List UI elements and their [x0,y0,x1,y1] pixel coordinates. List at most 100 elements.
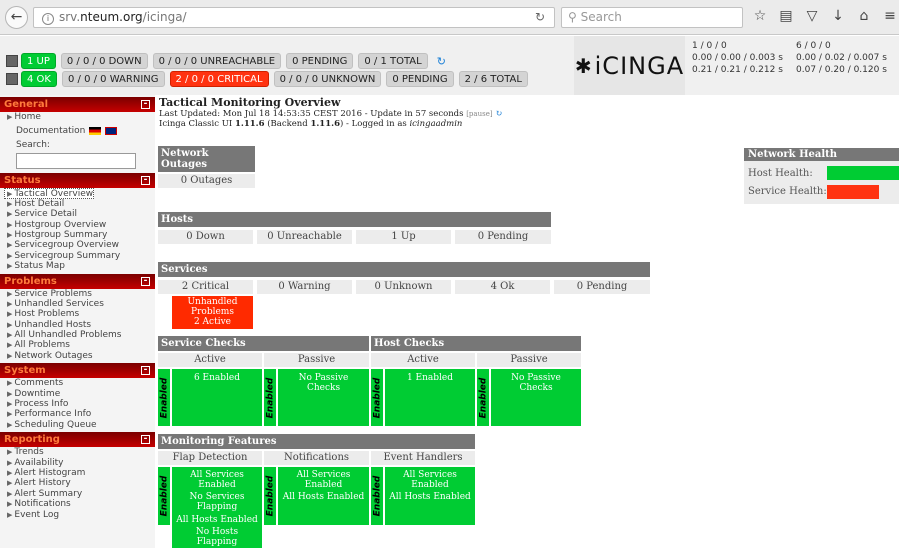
host-active-checks[interactable]: 1 Enabled [385,369,475,426]
nav-scheduling-queue[interactable]: ▶ Scheduling Queue [0,420,155,430]
flap-all-services: All Services Enabled [190,470,244,490]
perf-service-counts: 6 / 0 / 0 [796,41,831,51]
search-input[interactable] [16,153,136,170]
nav-label: Hostgroup Overview [14,219,107,230]
german-flag-icon[interactable] [89,126,102,135]
pocket-icon[interactable]: ▽ [802,8,822,24]
arrow-icon: ▶ [7,230,13,239]
refresh-icon[interactable]: ↻ [495,109,502,119]
menu-icon[interactable]: ≡ [880,8,899,24]
uk-flag-icon[interactable] [105,126,118,135]
back-button[interactable]: ← [5,6,28,29]
outages-count[interactable]: 0 Outages [158,174,255,188]
services-critical[interactable]: 2 Critical [158,280,253,294]
nav-tactical-overview[interactable]: ▶ Tactical Overview [4,188,94,199]
nav-alert-history[interactable]: ▶ Alert History [0,478,155,488]
nav-host-problems[interactable]: ▶ Host Problems [0,309,155,319]
url-bar[interactable]: i srv.nteum.org/icinga/ ↻ [33,7,555,28]
svc-active-checks[interactable]: 6 Enabled [172,369,262,426]
services-ok[interactable]: 4 Ok [455,280,550,294]
services-pending-pill[interactable]: 0 PENDING [386,71,454,87]
nav-label: Alert History [14,478,71,489]
nav-trends[interactable]: ▶ Trends [0,447,155,457]
browser-search-input[interactable]: ⚲ Search [561,7,743,28]
host-passive-checks[interactable]: No Passive Checks [491,369,581,426]
reload-icon[interactable]: ↻ [535,8,545,27]
nav-event-log[interactable]: ▶ Event Log [0,510,155,520]
hosts-up[interactable]: 1 Up [356,230,451,244]
arrow-icon: ▶ [7,500,13,509]
hosts-unreachable[interactable]: 0 Unreachable [257,230,352,244]
home-icon[interactable]: ⌂ [854,8,874,24]
nav-all-problems[interactable]: ▶ All Problems [0,340,155,350]
service-health-bar[interactable] [827,185,879,199]
hosts-pending[interactable]: 0 Pending [455,230,551,244]
nav-unhandled-hosts[interactable]: ▶ Unhandled Hosts [0,320,155,330]
nav-hostgroup-summary[interactable]: ▶ Hostgroup Summary [0,230,155,240]
nav-service-problems[interactable]: ▶ Service Problems [0,289,155,299]
reading-list-icon[interactable]: ▤ [776,8,796,24]
services-unknown-pill[interactable]: 0 / 0 / 0 UNKNOWN [273,71,382,87]
section-reporting[interactable]: Reporting - [0,432,155,448]
collapse-icon[interactable]: - [141,100,150,109]
services-critical-pill[interactable]: 2 / 0 / 0 CRITICAL [169,71,269,87]
section-problems[interactable]: Problems - [0,273,155,289]
nav-documentation[interactable]: Documentation [0,122,155,140]
pause-link[interactable]: [pause] [466,110,492,118]
refresh-icon[interactable]: ↻ [437,55,446,68]
nav-status-map[interactable]: ▶ Status Map [0,261,155,271]
nav-unhandled-services[interactable]: ▶ Unhandled Services [0,299,155,309]
arrow-icon: ▶ [7,510,13,519]
unhandled-problems-box[interactable]: Unhandled Problems 2 Active [172,296,253,329]
collapse-icon[interactable]: - [141,276,150,286]
hosts-unreachable-pill[interactable]: 0 / 0 / 0 UNREACHABLE [152,53,282,69]
section-status[interactable]: Status - [0,173,155,189]
services-total-pill[interactable]: 2 / 6 TOTAL [458,71,528,87]
nav-comments[interactable]: ▶ Comments [0,378,155,388]
nav-downtime[interactable]: ▶ Downtime [0,389,155,399]
nav-notifications[interactable]: ▶ Notifications [0,499,155,509]
section-system[interactable]: System - [0,363,155,379]
nav-performance-info[interactable]: ▶ Performance Info [0,409,155,419]
nav-label: Performance Info [14,409,92,420]
svc-passive-checks[interactable]: No Passive Checks [278,369,369,426]
nav-servicegroup-overview[interactable]: ▶ Servicegroup Overview [0,240,155,250]
flap-detection-box[interactable]: All Services Enabled No Services Flappin… [172,467,262,548]
collapse-icon[interactable]: - [141,366,150,376]
nav-home[interactable]: ▶ Home [0,112,155,122]
hosts-down-pill[interactable]: 0 / 0 / 0 DOWN [60,53,148,69]
nav-servicegroup-summary[interactable]: ▶ Servicegroup Summary [0,251,155,261]
host-status-row: 1 UP 0 / 0 / 0 DOWN 0 / 0 / 0 UNREACHABL… [6,53,446,69]
services-warning-pill[interactable]: 0 / 0 / 0 WARNING [61,71,165,87]
services-ok-pill[interactable]: 4 OK [21,71,57,87]
nav-process-info[interactable]: ▶ Process Info [0,399,155,409]
section-general[interactable]: General - [0,97,155,112]
host-icon [6,55,18,67]
hosts-up-pill[interactable]: 1 UP [21,53,56,69]
notifications-box[interactable]: All Services Enabled All Hosts Enabled [278,467,369,525]
nav-alert-histogram[interactable]: ▶ Alert Histogram [0,468,155,478]
event-handlers-box[interactable]: All Services Enabled All Hosts Enabled [385,467,475,525]
download-icon[interactable]: ↓ [828,8,848,24]
nav-availability[interactable]: ▶ Availability [0,458,155,468]
bookmark-star-icon[interactable]: ☆ [750,8,770,24]
collapse-icon[interactable]: - [141,435,150,445]
hosts-total-pill[interactable]: 0 / 1 TOTAL [358,53,428,69]
services-warning[interactable]: 0 Warning [257,280,352,294]
collapse-icon[interactable]: - [141,176,150,186]
search-icon: ⚲ [568,10,577,24]
services-pending[interactable]: 0 Pending [554,280,650,294]
nav-host-detail[interactable]: ▶ Host Detail [0,199,155,209]
host-passive-label: Passive [477,353,581,367]
hosts-pending-pill[interactable]: 0 PENDING [286,53,354,69]
nav-network-outages[interactable]: ▶ Network Outages [0,351,155,361]
services-unknown[interactable]: 0 Unknown [356,280,451,294]
nav-all-unhandled-problems[interactable]: ▶ All Unhandled Problems [0,330,155,340]
hosts-down[interactable]: 0 Down [158,230,253,244]
info-icon[interactable]: i [42,13,54,25]
icinga-logo[interactable]: ✱ iCINGA [574,36,685,95]
host-health-bar[interactable] [827,166,899,180]
nav-alert-summary[interactable]: ▶ Alert Summary [0,489,155,499]
nav-service-detail[interactable]: ▶ Service Detail [0,209,155,219]
nav-hostgroup-overview[interactable]: ▶ Hostgroup Overview [0,220,155,230]
